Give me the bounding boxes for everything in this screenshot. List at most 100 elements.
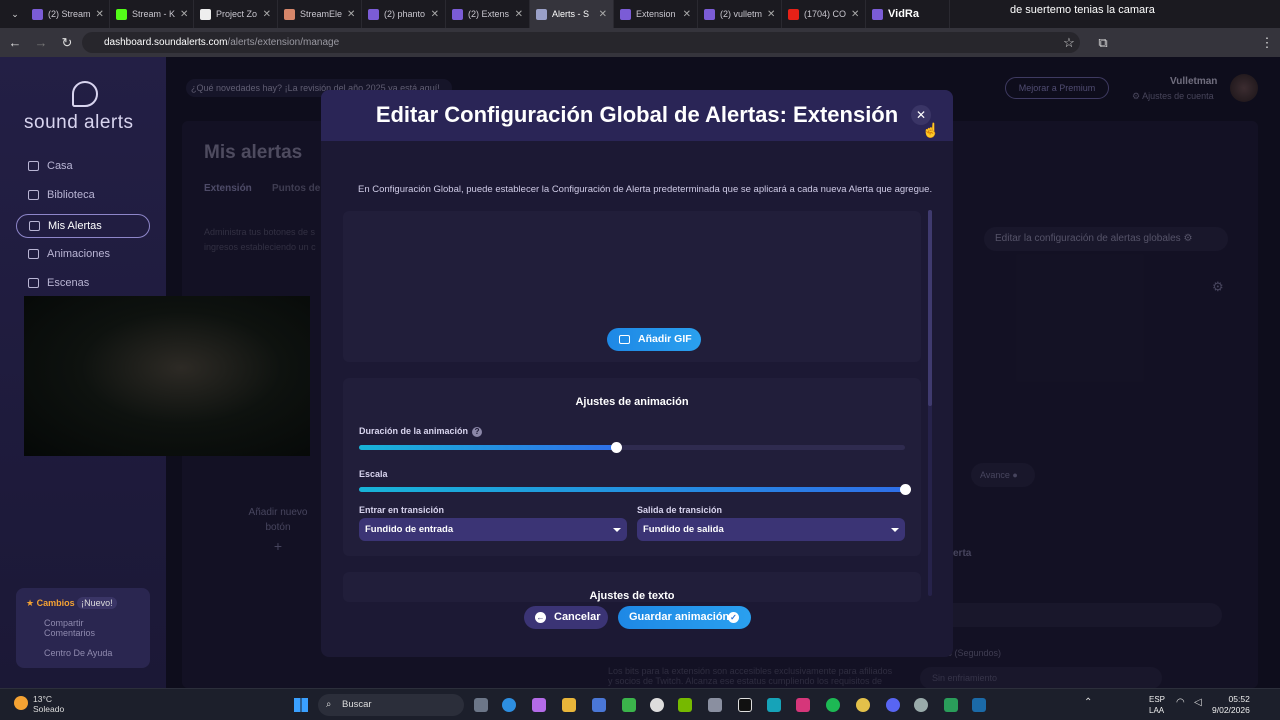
vegas-icon[interactable] [767,698,781,712]
library-icon [28,190,39,200]
extensions-icon[interactable]: ⧉ [1092,32,1114,54]
nvidia-icon[interactable] [678,698,692,712]
sidebar-item-casa[interactable]: Casa [16,154,150,178]
tiktok-icon[interactable] [738,698,752,712]
url-input[interactable]: dashboard.soundalerts.com/alerts/extensi… [82,32,1080,53]
store-icon[interactable] [592,698,606,712]
help-center-link[interactable]: Centro De Ayuda [26,648,112,658]
close-icon[interactable]: ✕ [96,9,104,20]
add-gif-button[interactable]: Añadir GIF [607,328,701,351]
bookmark-star-icon[interactable]: ☆ [1058,32,1080,54]
taskview-icon[interactable] [474,698,488,712]
chevron-up-icon[interactable]: ⌃ [1084,697,1092,708]
sidebar-item-biblioteca[interactable]: Biblioteca [16,183,150,207]
modal-intro: En Configuración Global, puede establece… [358,184,933,195]
close-icon[interactable]: ✕ [263,9,271,20]
streamlabs-icon[interactable] [944,698,958,712]
save-animation-button[interactable]: Guardar animación ✓ [618,606,751,629]
close-icon[interactable]: ✕ [767,9,775,20]
minecraft-icon[interactable] [622,698,636,712]
enter-transition-select[interactable]: Fundido de entrada [359,518,627,541]
spotify-icon[interactable] [826,698,840,712]
exit-transition-label: Salida de transición [637,505,723,515]
scale-label: Escala [359,469,388,479]
chrome-icon[interactable] [856,698,870,712]
browser-tab[interactable]: VidRa [866,0,950,28]
duration-slider[interactable] [359,442,905,453]
wifi-icon[interactable]: ◠ [1176,697,1185,708]
share-feedback-link[interactable]: Compartir Comentarios [26,618,136,638]
windows-start-icon[interactable] [294,698,308,712]
close-icon[interactable]: ✕ [347,9,355,20]
tab-search-icon[interactable]: ⌄ [4,3,26,25]
language-indicator[interactable]: ESP LAA [1149,694,1165,716]
mouse-cursor-icon: ☝ [922,122,940,138]
close-icon[interactable]: ✕ [851,9,859,20]
unity-icon[interactable] [708,698,722,712]
browser-tab[interactable]: Stream - K ✕ [110,0,194,28]
back-icon[interactable]: ← [4,32,26,54]
soundalerts-icon [536,8,547,20]
folder-icon[interactable] [562,698,576,712]
duration-slider-handle[interactable] [610,442,622,453]
animation-settings-panel: Ajustes de animación Duración de la anim… [343,378,921,556]
scale-slider-handle[interactable] [900,484,911,495]
volume-icon[interactable]: ◁ [1194,697,1202,708]
browser-tab[interactable]: (2) vulletm ✕ [698,0,782,28]
close-icon[interactable]: ✕ [515,9,523,20]
edge-icon[interactable] [502,698,516,712]
reload-icon[interactable]: ↻ [56,32,78,54]
scrollbar-thumb[interactable] [928,210,932,406]
image-icon [619,335,630,344]
browser-tab[interactable]: (2) Stream ✕ [26,0,110,28]
browser-tab-active[interactable]: Alerts - S ✕ [530,0,614,28]
instagram-icon[interactable] [796,698,810,712]
browser-tab-bar: ⌄ (2) Stream ✕ Stream - K ✕ Project Zo ✕ St… [0,0,1280,28]
browser-tab[interactable]: Project Zo ✕ [194,0,278,28]
youtube-icon [788,8,799,20]
browser-tab[interactable]: (1704) CO ✕ [782,0,866,28]
sidebar-item-animaciones[interactable]: Animaciones [16,242,150,266]
help-icon[interactable]: ? [472,426,483,437]
exit-transition-select[interactable]: Fundido de salida [637,518,905,541]
browser-tab[interactable]: StreamEle ✕ [278,0,362,28]
copilot-icon[interactable] [532,698,546,712]
browser-tab[interactable]: (2) Extens ✕ [446,0,530,28]
page-icon [200,8,211,20]
taskbar-search[interactable]: ⌕ Buscar [318,694,464,716]
menu-icon[interactable]: ⋮ [1256,32,1278,54]
scale-slider-fill [359,487,905,492]
discord-icon[interactable] [886,698,900,712]
forward-icon[interactable]: → [30,32,52,54]
close-icon[interactable]: ✕ [180,9,188,20]
windows-taskbar: 13°C Soleado ⌕ Buscar ⌃ ESP LAA ◠ ◁ 05:52 9/… [0,688,1280,720]
chevron-down-icon [891,528,899,532]
text-settings-panel: Ajustes de texto [343,572,921,602]
browser-tab[interactable]: Extension ✕ [614,0,698,28]
steam-icon[interactable] [972,698,986,712]
obs-icon[interactable] [914,698,928,712]
logo-icon [72,81,98,107]
duration-label: Duración de la animación? [359,426,483,437]
modal-title: Editar Configuración Global de Alertas: … [375,102,899,127]
close-icon[interactable]: ✕ [599,9,607,20]
scale-slider[interactable] [359,484,911,495]
cancel-button[interactable]: ← Cancelar [524,606,608,629]
browser-tab[interactable]: (2) phanto ✕ [362,0,446,28]
sidebar-item-mis-alertas[interactable]: Mis Alertas [16,214,150,238]
app-icon[interactable] [650,698,664,712]
weather-widget[interactable]: 13°C Soleado [14,694,64,714]
changes-link[interactable]: ★ Cambios ¡Nuevo! [26,597,117,609]
clock[interactable]: 05:52 9/02/2026 [1212,694,1250,716]
modal-scrollbar[interactable] [928,210,932,596]
address-bar: ← → ↻ dashboard.soundalerts.com/alerts/e… [0,28,1280,57]
twitch-icon [368,8,379,20]
close-icon[interactable]: ✕ [431,9,439,20]
close-icon[interactable]: ✕ [683,9,691,20]
chevron-down-icon [613,528,621,532]
text-settings-title: Ajustes de texto [589,590,675,602]
global-settings-modal: Editar Configuración Global de Alertas: … [321,90,953,657]
logo-text: sound alerts [24,112,134,133]
kick-icon [116,8,127,20]
sidebar-item-escenas[interactable]: Escenas [16,271,150,295]
